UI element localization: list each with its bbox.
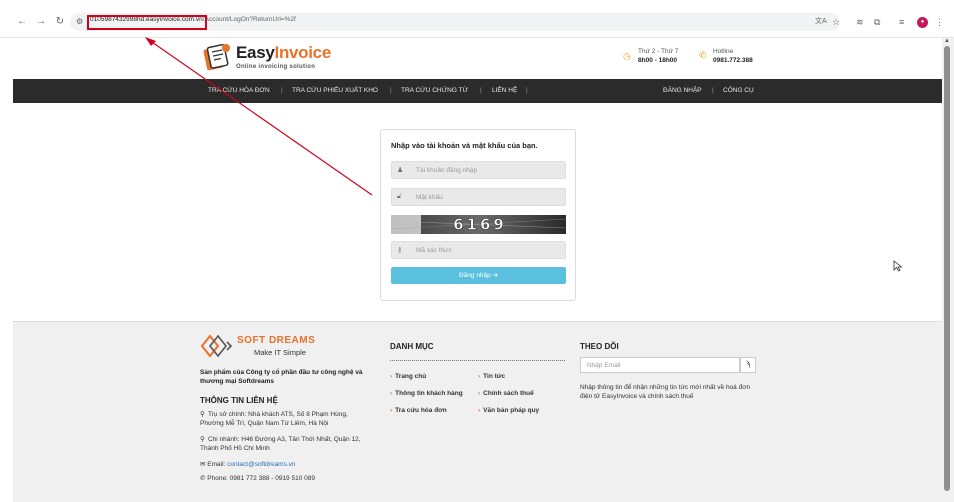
follow-heading: THEO DÕI bbox=[580, 342, 619, 351]
footer-brand-tagline: Make IT Simple bbox=[254, 348, 306, 357]
phone-icon: ✆ bbox=[200, 475, 206, 482]
branch-address: Chi nhánh: H46 Đường A3, Tân Thới Nhất, … bbox=[200, 436, 361, 452]
link-customer-info[interactable]: › Thông tin khách hàng bbox=[390, 390, 463, 397]
contact-heading: THÔNG TIN LIÊN HỆ bbox=[200, 396, 278, 405]
rss-subscribe-button[interactable]: ϡ bbox=[740, 357, 756, 373]
category-divider bbox=[390, 360, 565, 361]
email-label: Email: bbox=[207, 461, 226, 468]
footer-brand-name: SOFT DREAMS bbox=[237, 335, 316, 346]
company-description: Sản phẩm của Công ty cổ phần đầu tư công… bbox=[200, 369, 363, 385]
link-home[interactable]: › Trang chủ bbox=[390, 373, 426, 380]
newsletter-email-input[interactable]: Nhập Email bbox=[580, 357, 740, 373]
phone-numbers: Phone: 0981 772 388 - 0919 510 089 bbox=[207, 475, 315, 482]
phone-line: ✆ Phone: 0981 772 388 - 0919 510 089 bbox=[200, 474, 315, 483]
scroll-up-icon[interactable]: ▲ bbox=[944, 38, 950, 44]
category-heading: DANH MỤC bbox=[390, 342, 434, 351]
scroll-thumb[interactable] bbox=[944, 46, 950, 491]
newsletter-placeholder: Nhập Email bbox=[587, 362, 621, 369]
follow-description: Nhập thông tin để nhận những tin tức mới… bbox=[580, 384, 751, 400]
email-line: ✉ Email: contact@softdreams.vn bbox=[200, 460, 296, 469]
link-legal-docs[interactable]: › Văn bản pháp quy bbox=[478, 407, 539, 414]
link-invoice-lookup[interactable]: › Tra cứu hóa đơn bbox=[390, 407, 447, 414]
softdreams-logo-icon bbox=[200, 334, 233, 358]
link-tax-policy[interactable]: › Chính sách thuế bbox=[478, 390, 534, 397]
hq-address: Trụ sở chính: Nhà khách ATS, Số 8 Phạm H… bbox=[200, 411, 348, 427]
page-scrollbar[interactable]: ▲ bbox=[942, 38, 954, 502]
mouse-cursor-icon bbox=[893, 260, 903, 272]
mail-icon: ✉ bbox=[200, 461, 206, 468]
rss-icon: ϡ bbox=[745, 361, 751, 368]
link-news[interactable]: › Tin tức bbox=[478, 373, 505, 380]
email-link[interactable]: contact@softdreams.vn bbox=[227, 461, 295, 468]
